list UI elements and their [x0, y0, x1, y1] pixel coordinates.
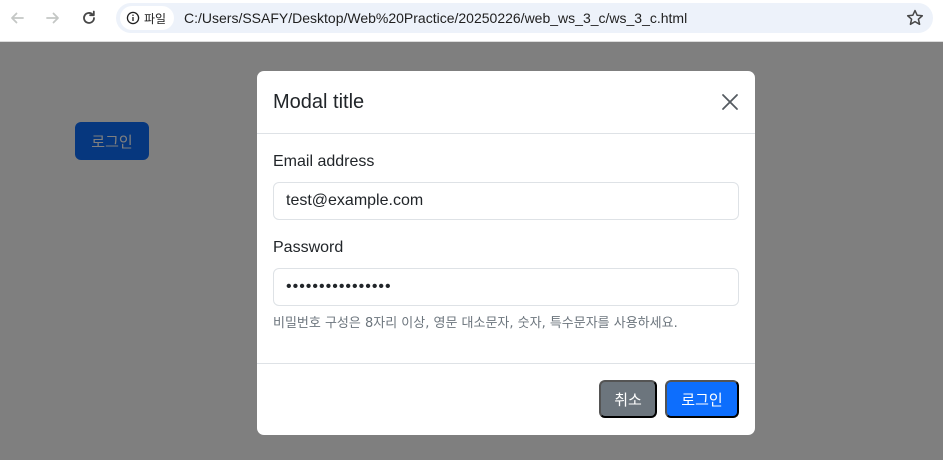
forward-button[interactable] [40, 5, 66, 31]
url-text[interactable]: C:/Users/SSAFY/Desktop/Web%20Practice/20… [184, 10, 687, 26]
page-content: 로그인 Modal title Email address test@examp… [0, 42, 943, 460]
login-modal: Modal title Email address test@example.c… [257, 71, 755, 435]
password-help-text: 비밀번호 구성은 8자리 이상, 영문 대소문자, 숫자, 특수문자를 사용하세… [273, 316, 678, 331]
forward-arrow-icon [46, 12, 59, 24]
cancel-button[interactable]: 취소 [599, 380, 657, 418]
modal-title: Modal title [273, 91, 365, 113]
modal-footer: 취소 로그인 [257, 363, 755, 435]
close-button[interactable] [719, 91, 741, 113]
reload-button[interactable] [76, 5, 102, 31]
modal-header: Modal title [257, 71, 755, 134]
browser-toolbar: 파일 C:/Users/SSAFY/Desktop/Web%20Practice… [0, 0, 943, 42]
back-button[interactable] [4, 5, 30, 31]
site-info-chip[interactable]: 파일 [120, 6, 175, 30]
email-field[interactable]: test@example.com [273, 182, 739, 220]
back-arrow-icon [11, 12, 24, 24]
info-icon [126, 11, 140, 25]
password-field[interactable]: •••••••••••••••• [273, 268, 739, 306]
bookmark-button[interactable] [905, 8, 925, 28]
close-icon [722, 94, 738, 110]
password-label: Password [273, 239, 344, 256]
reload-icon [83, 10, 95, 24]
address-bar[interactable]: 파일 C:/Users/SSAFY/Desktop/Web%20Practice… [116, 3, 933, 33]
star-icon [906, 9, 924, 26]
email-label: Email address [273, 153, 375, 170]
site-chip-label: 파일 [144, 11, 167, 26]
submit-login-button[interactable]: 로그인 [665, 380, 739, 418]
